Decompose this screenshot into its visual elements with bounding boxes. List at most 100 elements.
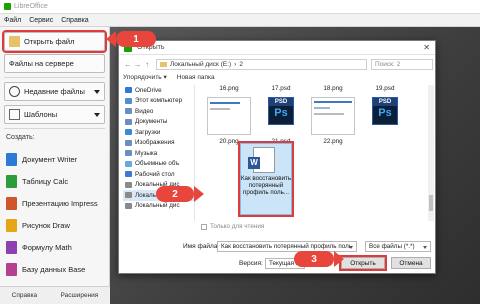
nav-item-music[interactable]: Музыка xyxy=(123,148,194,159)
create-calc-button[interactable]: Таблицу Calc xyxy=(6,175,68,188)
thumbnail-bar xyxy=(210,102,240,104)
recent-files-label: Недавние файлы xyxy=(24,87,85,96)
create-math-button[interactable]: Формулу Math xyxy=(6,241,72,254)
menu-help[interactable]: Справка xyxy=(61,17,88,24)
path-segment-folder[interactable]: 2 xyxy=(239,61,243,68)
image-thumbnail[interactable] xyxy=(311,97,355,135)
create-writer-button[interactable]: Документ Writer xyxy=(6,153,77,166)
organize-button[interactable]: Упорядочить ▾ xyxy=(123,73,167,81)
thumbnail-bar xyxy=(314,107,330,109)
nav-item-this-pc[interactable]: Этот компьютер xyxy=(123,96,194,107)
nav-item-label: Локальный дис xyxy=(135,202,180,210)
search-input[interactable]: Поиск: 2 xyxy=(370,58,434,70)
callout-1: 1 xyxy=(116,31,156,47)
dialog-toolbar: Упорядочить ▾ Новая папка xyxy=(123,72,433,82)
nav-item-documents[interactable]: Документы xyxy=(123,117,194,128)
up-icon[interactable]: ↑ xyxy=(142,60,152,69)
divider xyxy=(4,77,105,78)
desktop-icon xyxy=(125,171,132,178)
folder-icon xyxy=(9,36,20,47)
video-icon xyxy=(125,108,132,115)
new-folder-button[interactable]: Новая папка xyxy=(177,74,215,81)
callout-2-pointer xyxy=(194,186,204,202)
path-segment-drive[interactable]: Локальный диск (E:) xyxy=(170,61,231,68)
back-icon[interactable]: ← xyxy=(123,60,133,69)
clock-icon xyxy=(9,86,20,97)
help-button[interactable]: Справка xyxy=(12,292,38,299)
selected-file-name: Как восстановить потерянный профиль поль… xyxy=(240,175,292,196)
drive-icon xyxy=(125,192,132,199)
open-file-dialog: Открыть ✕ ← → ↑ Локальный диск (E:) › 2 … xyxy=(118,40,436,274)
psd-label: PSD xyxy=(269,98,293,106)
open-button[interactable]: Открыть xyxy=(339,255,387,271)
forward-icon[interactable]: → xyxy=(133,60,143,69)
templates-icon xyxy=(9,109,20,120)
dialog-titlebar: Открыть ✕ xyxy=(119,41,435,55)
nav-item-label: Видео xyxy=(135,107,154,115)
checkbox-box xyxy=(201,223,207,230)
callout-1-pointer xyxy=(106,31,116,47)
menu-tools[interactable]: Сервис xyxy=(29,17,53,24)
create-base-button[interactable]: Базу данных Base xyxy=(6,263,85,276)
create-math-label: Формулу Math xyxy=(22,243,72,252)
file-list-scrollbar[interactable] xyxy=(428,85,434,221)
open-file-button[interactable]: Открыть файл xyxy=(2,30,107,53)
file-16-png[interactable]: 16.png xyxy=(209,85,249,92)
thumbnail-bar xyxy=(314,113,344,115)
templates-label: Шаблоны xyxy=(24,110,58,119)
nav-item-local-disk[interactable]: Локальный дис xyxy=(123,201,194,212)
drive-icon xyxy=(125,202,132,209)
templates-button[interactable]: Шаблоны xyxy=(4,105,105,124)
nav-item-3d-objects[interactable]: Объемные объ xyxy=(123,159,194,170)
nav-item-desktop[interactable]: Рабочий стол xyxy=(123,169,194,180)
file-22-png[interactable]: 22.png xyxy=(313,138,353,145)
extensions-button[interactable]: Расширения xyxy=(61,292,99,299)
callout-3-pointer xyxy=(334,251,344,267)
draw-icon xyxy=(6,219,17,232)
filename-label: Имя файла: xyxy=(183,243,220,250)
create-calc-label: Таблицу Calc xyxy=(22,177,69,186)
create-draw-button[interactable]: Рисунок Draw xyxy=(6,219,70,232)
nav-item-pictures[interactable]: Изображения xyxy=(123,138,194,149)
readonly-checkbox[interactable]: Только для чтения xyxy=(201,223,264,230)
computer-icon xyxy=(125,97,132,104)
nav-item-video[interactable]: Видео xyxy=(123,106,194,117)
nav-item-label: Загрузки xyxy=(135,128,161,136)
menu-file[interactable]: Файл xyxy=(4,17,21,24)
close-icon[interactable]: ✕ xyxy=(423,43,430,52)
nav-item-label: Объемные объ xyxy=(135,160,180,168)
nav-item-downloads[interactable]: Загрузки xyxy=(123,127,194,138)
filetype-select[interactable]: Все файлы (*.*) xyxy=(365,241,431,252)
recent-files-button[interactable]: Недавние файлы xyxy=(4,82,105,101)
nav-item-onedrive[interactable]: OneDrive xyxy=(123,85,194,96)
file-19-psd[interactable]: 19.psd xyxy=(365,85,405,92)
create-impress-button[interactable]: Презентацию Impress xyxy=(6,197,98,210)
start-center-sidebar: Открыть файл Файлы на сервере Недавние ф… xyxy=(0,27,110,304)
create-base-label: Базу данных Base xyxy=(22,265,86,274)
address-row: ← → ↑ Локальный диск (E:) › 2 Поиск: 2 xyxy=(123,58,434,70)
file-17-psd[interactable]: 17.psd xyxy=(261,85,301,92)
calc-icon xyxy=(6,175,17,188)
version-label: Версия: xyxy=(239,260,263,267)
file-18-png[interactable]: 18.png xyxy=(313,85,353,92)
cloud-icon xyxy=(125,87,132,94)
readonly-label: Только для чтения xyxy=(210,223,265,230)
sidebar-footer: Справка Расширения xyxy=(0,286,110,304)
libreoffice-logo-icon xyxy=(4,3,11,10)
scrollbar-thumb[interactable] xyxy=(429,195,433,211)
download-icon xyxy=(125,129,132,136)
address-bar[interactable]: Локальный диск (E:) › 2 xyxy=(156,58,367,70)
psd-icon[interactable]: PSD Ps xyxy=(268,97,294,125)
cancel-button[interactable]: Отмена xyxy=(391,257,431,269)
nav-item-label: Музыка xyxy=(135,149,158,157)
remote-files-label: Файлы на сервере xyxy=(9,59,74,68)
app-titlebar: LibreOffice xyxy=(0,0,480,14)
nav-item-label: Документы xyxy=(135,118,168,126)
callout-2: 2 xyxy=(156,186,194,202)
psd-icon[interactable]: PSD Ps xyxy=(372,97,398,125)
drive-icon xyxy=(125,181,132,188)
documents-icon xyxy=(125,118,132,125)
thumbnail-bar xyxy=(314,101,352,103)
remote-files-button[interactable]: Файлы на сервере xyxy=(4,54,105,73)
image-thumbnail[interactable] xyxy=(207,97,251,135)
